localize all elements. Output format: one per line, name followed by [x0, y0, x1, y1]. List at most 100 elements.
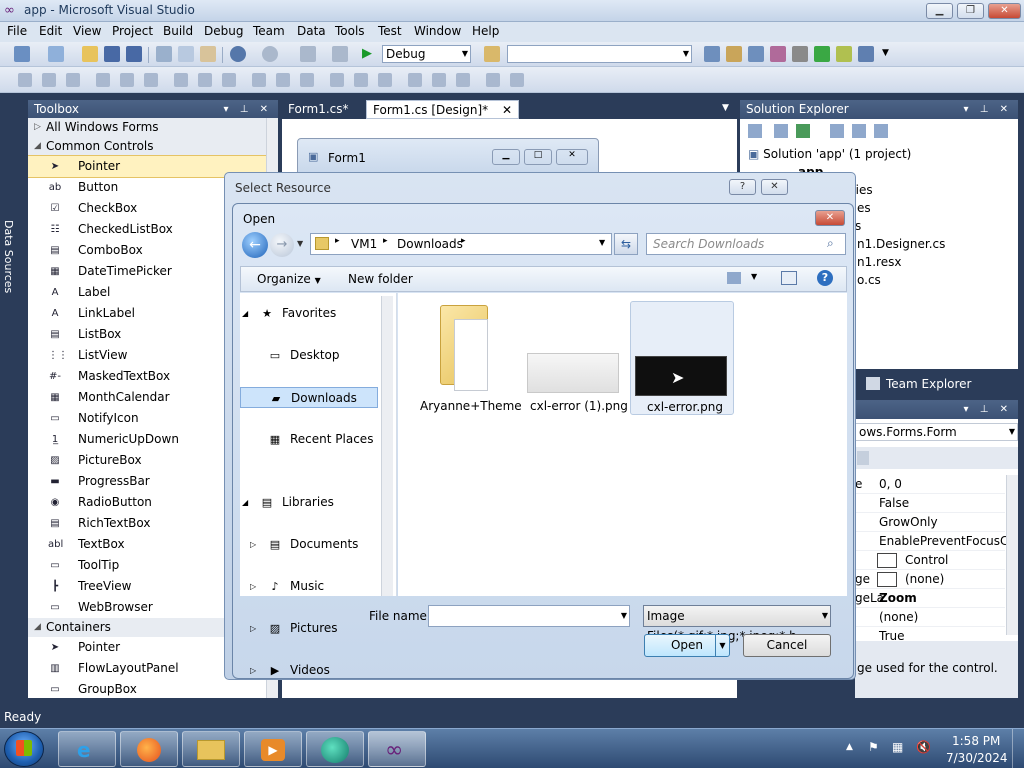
navigation-scrollbar[interactable]	[381, 296, 393, 596]
decrease-horizontal-spacing-icon[interactable]	[330, 73, 344, 87]
organize-button[interactable]: Organize ▼	[257, 272, 321, 286]
command-window-icon[interactable]	[836, 46, 852, 62]
property-scrollbar[interactable]	[1006, 475, 1018, 635]
designer-cs-node[interactable]: n1.Designer.cs	[857, 237, 945, 251]
property-row[interactable]: EnablePreventFocusCh	[855, 532, 1016, 551]
volume-muted-icon[interactable]: 🔇	[916, 740, 931, 754]
menu-view[interactable]: View	[73, 24, 101, 38]
resx-node[interactable]: n1.resx	[857, 255, 901, 269]
taskbar-explorer[interactable]	[182, 731, 240, 767]
align-centers-icon[interactable]	[42, 73, 56, 87]
make-same-size-icon[interactable]	[222, 73, 236, 87]
nav-music[interactable]: ▷ ♪ Music	[240, 576, 378, 597]
tab-form1-cs[interactable]: Form1.cs*	[282, 100, 355, 119]
collapse-icon[interactable]: ◢	[242, 303, 248, 324]
find-in-files-icon[interactable]	[484, 46, 500, 62]
view-designer-icon[interactable]	[852, 124, 866, 138]
program-cs-node[interactable]: o.cs	[857, 273, 881, 287]
bring-to-front-icon[interactable]	[456, 73, 470, 87]
paste-icon[interactable]	[200, 46, 216, 62]
align-tops-icon[interactable]	[96, 73, 110, 87]
network-icon[interactable]: ▦	[892, 740, 903, 754]
pin-icon[interactable]: ▾ ⊥ ✕	[224, 100, 272, 119]
taskbar-internet-explorer[interactable]: e	[58, 731, 116, 767]
data-sources-tab[interactable]: Data Sources	[0, 100, 20, 698]
cancel-button[interactable]: Cancel	[743, 634, 831, 657]
file-name-input[interactable]: ▼	[428, 605, 630, 627]
menu-build[interactable]: Build	[163, 24, 193, 38]
nav-videos[interactable]: ▷ ▶ Videos	[240, 660, 378, 681]
open-dialog-close-button[interactable]: ✕	[815, 210, 845, 226]
align-middles-icon[interactable]	[120, 73, 134, 87]
menu-debug[interactable]: Debug	[204, 24, 243, 38]
help-button[interactable]: ?	[729, 179, 756, 195]
solution-config-select[interactable]: Debug ▼	[382, 45, 471, 63]
expand-icon[interactable]: ▷	[250, 576, 256, 597]
refresh-icon[interactable]: ⇆	[614, 233, 638, 255]
close-tab-icon[interactable]: ✕	[502, 103, 512, 117]
menu-file[interactable]: File	[7, 24, 27, 38]
pin-icon[interactable]: ▾ ⊥ ✕	[964, 400, 1012, 419]
menu-help[interactable]: Help	[472, 24, 499, 38]
taskbar-app[interactable]	[306, 731, 364, 767]
menu-data[interactable]: Data	[297, 24, 326, 38]
extension-manager-icon[interactable]	[792, 46, 808, 62]
class-diagram-icon[interactable]	[874, 124, 888, 138]
property-row[interactable]: geLa Zoom	[855, 589, 1005, 608]
window-layout-icon[interactable]	[858, 46, 874, 62]
horizontal-spacing-icon[interactable]	[276, 73, 290, 87]
open-dropdown-icon[interactable]: ▼	[715, 635, 729, 656]
open-file-icon[interactable]	[82, 46, 98, 62]
forward-arrow-icon[interactable]: →	[270, 233, 294, 257]
toolbox-icon[interactable]	[770, 46, 786, 62]
nav-desktop[interactable]: ▭ Desktop	[240, 345, 378, 366]
vertical-spacing-icon[interactable]	[378, 73, 392, 87]
search-box[interactable]: Search Downloads ⌕	[646, 233, 846, 255]
expand-icon[interactable]: ▷	[250, 618, 256, 639]
center-vertically-icon[interactable]	[432, 73, 446, 87]
nav-downloads[interactable]: ▰ Downloads	[240, 387, 378, 408]
make-same-width-icon[interactable]	[174, 73, 188, 87]
menu-team[interactable]: Team	[253, 24, 285, 38]
recent-pages-icon[interactable]: ▼	[297, 239, 303, 248]
menu-test[interactable]: Test	[378, 24, 402, 38]
send-to-back-icon[interactable]	[486, 73, 500, 87]
help-icon[interactable]: ?	[817, 270, 833, 286]
references-node[interactable]: es	[857, 201, 871, 215]
toolbox-item-groupbox[interactable]: ▭ GroupBox	[28, 679, 278, 698]
save-icon[interactable]	[104, 46, 120, 62]
properties-icon[interactable]	[748, 124, 762, 138]
add-item-icon[interactable]	[48, 46, 64, 62]
show-desktop-button[interactable]	[1012, 729, 1024, 768]
taskbar-media-player[interactable]: ▶	[244, 731, 302, 767]
nav-recent-places[interactable]: ▦ Recent Places	[240, 429, 378, 450]
cut-icon[interactable]	[156, 46, 172, 62]
new-project-icon[interactable]	[14, 46, 30, 62]
restore-button[interactable]: ❐	[957, 3, 984, 19]
start-page-icon[interactable]	[814, 46, 830, 62]
remove-horizontal-spacing-icon[interactable]	[354, 73, 368, 87]
properties-window-icon[interactable]	[726, 46, 742, 62]
nav-favorites[interactable]: ◢ ★ Favorites	[240, 303, 378, 324]
find-combo[interactable]: ▼	[507, 45, 692, 63]
align-lefts-icon[interactable]	[18, 73, 32, 87]
file-item-image[interactable]: cxl-error (1).png	[524, 301, 628, 419]
save-all-icon[interactable]	[126, 46, 142, 62]
property-row[interactable]: False	[855, 494, 1005, 513]
expand-icon[interactable]: ▷	[250, 534, 256, 555]
minimize-button[interactable]: ▁	[926, 3, 953, 19]
property-row[interactable]: (none)	[855, 608, 1005, 627]
property-row[interactable]: GrowOnly	[855, 513, 1005, 532]
solution-node[interactable]: ▣ Solution 'app' (1 project)	[748, 147, 911, 161]
undo-icon[interactable]	[230, 46, 246, 62]
taskbar-firefox[interactable]	[120, 731, 178, 767]
preview-pane-icon[interactable]	[781, 271, 797, 285]
new-folder-button[interactable]: New folder	[348, 272, 413, 286]
collapse-icon[interactable]: ◢	[242, 492, 248, 513]
toolbox-group-0[interactable]: ▷ All Windows Forms	[28, 118, 278, 137]
menu-project[interactable]: Project	[112, 24, 153, 38]
breadcrumb-vm1[interactable]: VM1	[351, 237, 377, 251]
close-button[interactable]: ✕	[988, 3, 1021, 19]
action-center-flag-icon[interactable]: ⚑	[868, 740, 879, 754]
nav-documents[interactable]: ▷ ▤ Documents	[240, 534, 378, 555]
